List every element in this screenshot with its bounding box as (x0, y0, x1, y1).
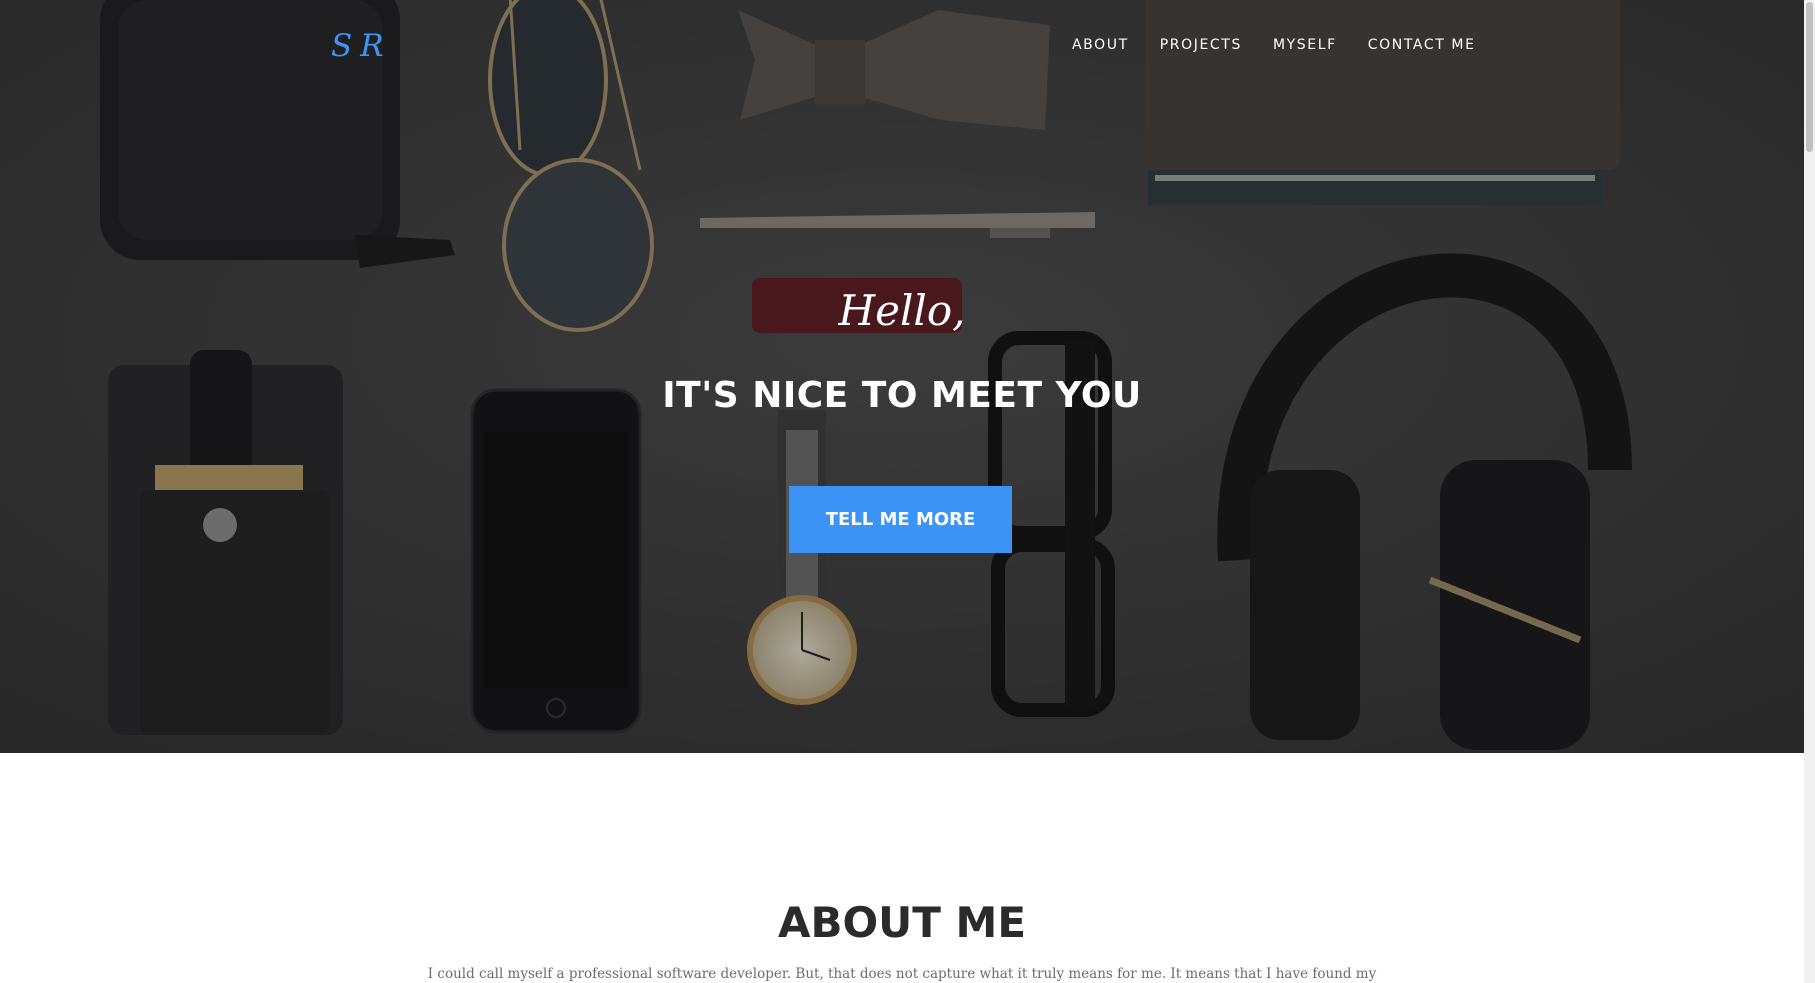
nav-item-projects[interactable]: PROJECTS (1160, 37, 1242, 53)
page-scrollbar[interactable] (1804, 0, 1815, 983)
hero-greeting: Hello, (838, 286, 966, 335)
nav-item-myself[interactable]: MYSELF (1273, 37, 1337, 53)
main-nav: ABOUT PROJECTS MYSELF CONTACT ME (1072, 37, 1507, 53)
brand-logo[interactable]: SR (331, 28, 392, 64)
scrollbar-thumb[interactable] (1806, 2, 1813, 152)
nav-item-about[interactable]: ABOUT (1072, 37, 1129, 53)
about-title: ABOUT ME (777, 898, 1027, 947)
hero-section: SR ABOUT PROJECTS MYSELF CONTACT ME Hell… (0, 0, 1804, 753)
tell-me-more-button[interactable]: TELL ME MORE (789, 486, 1012, 553)
nav-item-contact-me[interactable]: CONTACT ME (1368, 37, 1476, 53)
hero-heading: IT'S NICE TO MEET YOU (662, 375, 1142, 416)
about-text: I could call myself a professional softw… (427, 966, 1377, 982)
